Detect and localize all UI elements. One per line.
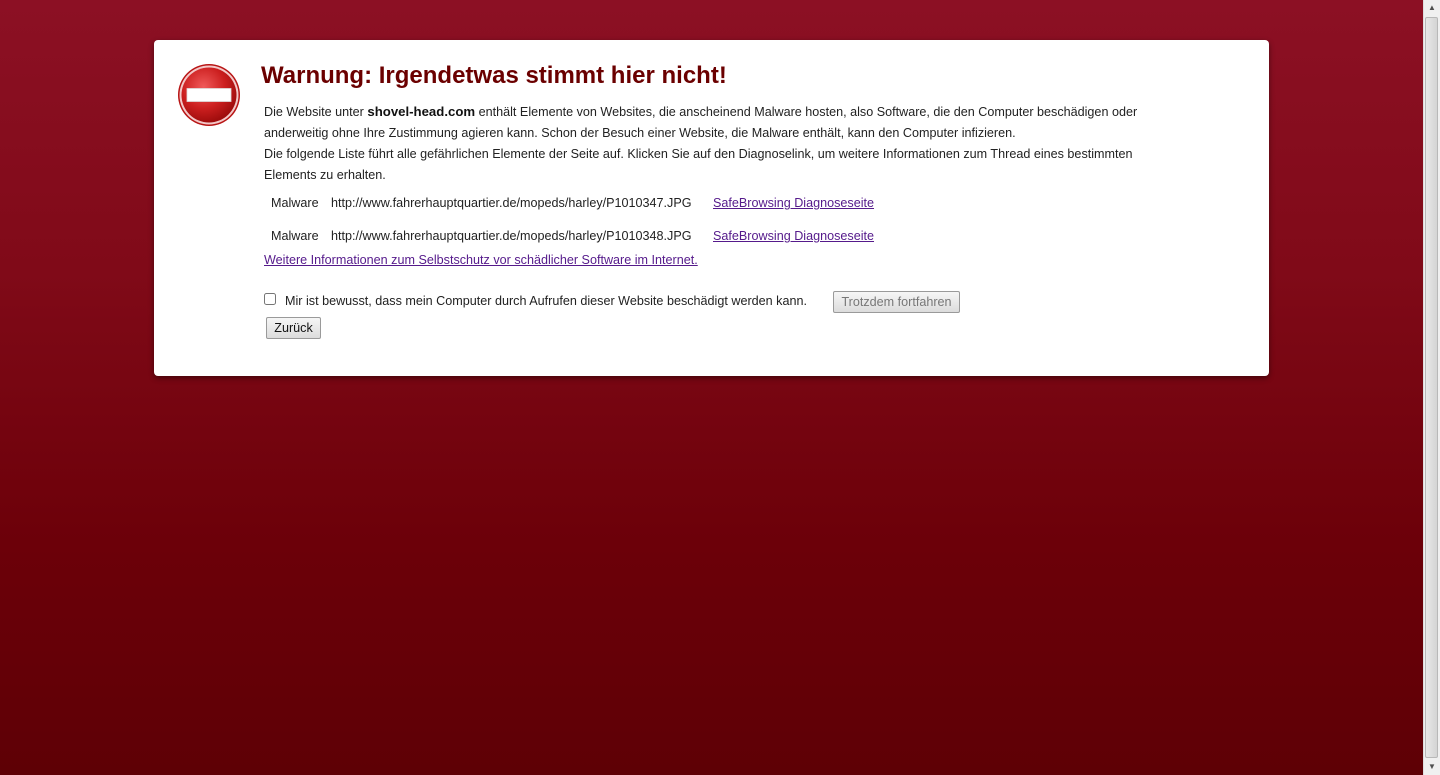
diagnose-link[interactable]: SafeBrowsing Diagnoseseite	[713, 193, 874, 214]
confirm-checkbox[interactable]	[264, 293, 276, 305]
interstitial-page: Warnung: Irgendetwas stimmt hier nicht! …	[0, 0, 1423, 775]
warning-paragraph-1: Die Website unter shovel-head.com enthäl…	[264, 101, 1164, 144]
scroll-down-arrow-icon[interactable]: ▼	[1424, 759, 1440, 775]
malware-url: http://www.fahrerhauptquartier.de/mopeds…	[331, 229, 692, 243]
warning-card: Warnung: Irgendetwas stimmt hier nicht! …	[154, 40, 1269, 376]
more-info-link[interactable]: Weitere Informationen zum Selbstschutz v…	[264, 253, 698, 267]
scrollbar-thumb[interactable]	[1425, 17, 1438, 758]
malware-row: Malware http://www.fahrerhauptquartier.d…	[264, 186, 1164, 219]
scroll-up-arrow-icon[interactable]: ▲	[1424, 0, 1440, 16]
diagnose-link[interactable]: SafeBrowsing Diagnoseseite	[713, 226, 874, 247]
vertical-scrollbar[interactable]: ▲ ▼	[1423, 0, 1440, 775]
malware-type: Malware	[271, 229, 319, 243]
page-title: Warnung: Irgendetwas stimmt hier nicht!	[261, 62, 727, 89]
confirm-label: Mir ist bewusst, dass mein Computer durc…	[285, 294, 807, 308]
malware-url: http://www.fahrerhauptquartier.de/mopeds…	[331, 196, 692, 210]
back-button[interactable]: Zurück	[266, 317, 321, 339]
warning-body: Die Website unter shovel-head.com enthäl…	[264, 101, 1164, 252]
para1-prefix: Die Website unter	[264, 105, 368, 119]
proceed-anyway-button[interactable]: Trotzdem fortfahren	[833, 291, 960, 313]
malware-row: Malware http://www.fahrerhauptquartier.d…	[264, 219, 1164, 252]
stop-icon	[178, 64, 240, 126]
warning-paragraph-2: Die folgende Liste führt alle gefährlich…	[264, 147, 1133, 182]
malware-type: Malware	[271, 196, 319, 210]
site-name: shovel-head.com	[367, 104, 476, 119]
